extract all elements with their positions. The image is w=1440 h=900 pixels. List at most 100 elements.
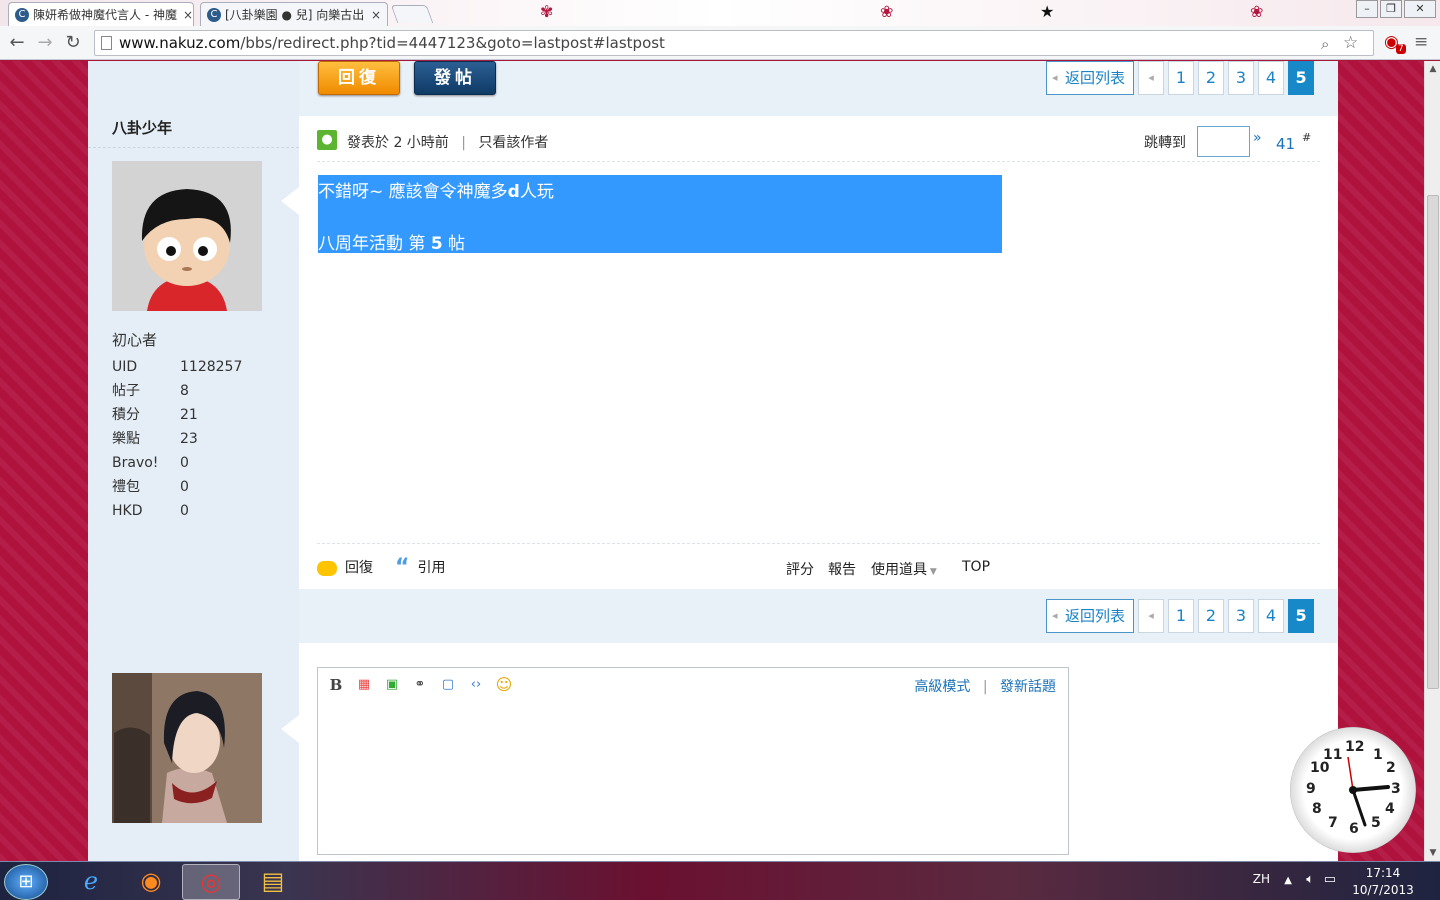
divider — [317, 161, 1320, 162]
quote-icon: “ — [395, 555, 410, 580]
divider — [317, 543, 1320, 544]
bookmark-star-icon[interactable]: ☆ — [1343, 31, 1358, 55]
taskbar-firefox[interactable]: ◉ — [122, 864, 180, 900]
avatar[interactable] — [112, 161, 262, 311]
network-icon[interactable]: ▭ — [1324, 872, 1336, 887]
chrome-icon: ◎ — [200, 868, 222, 896]
menu-icon[interactable]: ≡ — [1414, 32, 1428, 52]
scroll-up-icon[interactable]: ▲ — [1425, 61, 1440, 77]
minimize-icon[interactable]: – — [1356, 0, 1378, 18]
back-to-list-link[interactable]: 返回列表 — [1046, 599, 1135, 633]
pagination-bottom: 返回列表 ◂ 1 2 3 4 5 — [1046, 599, 1315, 633]
page-link-4[interactable]: 4 — [1258, 599, 1285, 633]
current-user-avatar[interactable] — [112, 673, 262, 823]
user-rank: 初心者 — [112, 331, 158, 349]
page-link-1[interactable]: 1 — [1168, 599, 1195, 633]
post-author-name[interactable]: 八卦少年 — [112, 117, 172, 138]
posted-prefix: 發表於 — [347, 135, 389, 151]
reload-icon[interactable]: ↻ — [62, 32, 84, 53]
maximize-icon[interactable]: ❐ — [1380, 0, 1402, 18]
link-separator: | — [982, 679, 988, 695]
stat-row: 樂點 23 — [112, 427, 242, 451]
windows-logo-icon: ⊞ — [18, 871, 34, 892]
clock-hands-icon — [1347, 756, 1390, 827]
insert-link-icon[interactable]: ⚭ — [410, 676, 430, 694]
bottom-bar-left — [88, 597, 299, 643]
stat-row: UID 1128257 — [112, 355, 242, 379]
star-decoration-icon: ★ — [1040, 2, 1055, 21]
volume-icon[interactable]: 🔈︎ — [1306, 872, 1314, 887]
page-link-1[interactable]: 1 — [1168, 61, 1195, 95]
bold-icon[interactable]: B — [326, 676, 346, 694]
forward-arrow-icon[interactable]: → — [34, 32, 56, 53]
close-window-icon[interactable]: ✕ — [1404, 0, 1436, 18]
only-author-link[interactable]: 只看該作者 — [478, 135, 548, 151]
taskbar-chrome[interactable]: ◎ — [182, 864, 240, 900]
address-bar[interactable]: www.nakuz.com/bbs/redirect.php?tid=44471… — [94, 30, 1374, 56]
emoji-icon[interactable]: ☺ — [494, 676, 514, 694]
message-line-2: 八周年活動 第 5 帖 — [318, 234, 466, 254]
scroll-down-icon[interactable]: ▼ — [1425, 845, 1440, 861]
reply-action[interactable]: 回復 — [317, 557, 373, 577]
quote-action[interactable]: “引用 — [395, 555, 445, 580]
reply-textarea[interactable] — [318, 702, 1068, 854]
stat-label: 樂點 — [112, 431, 140, 447]
close-tab-icon[interactable]: × — [177, 8, 193, 22]
taskbar-clock[interactable]: 17:14 10/7/2013 — [1348, 865, 1418, 899]
post-meta: 發表於 2 小時前 | 只看該作者 — [347, 132, 548, 152]
taskbar-explorer[interactable]: ▤ — [244, 864, 302, 900]
quick-reply-editor: B ▦ ▣ ⚭ ▢ ‹› ☺ 高級模式 | 發新話題 — [317, 667, 1069, 855]
browser-tab-2[interactable]: C [八卦樂園 ● 兒] 向樂古出 × — [200, 2, 388, 26]
stat-value: 0 — [180, 479, 189, 495]
new-post-button[interactable]: 發帖 — [414, 61, 496, 95]
butterfly-decoration-icon: ✾ — [540, 2, 554, 21]
scrollbar-thumb[interactable] — [1427, 195, 1439, 689]
insert-code-icon[interactable]: ‹› — [466, 676, 486, 694]
page-link-2[interactable]: 2 — [1198, 599, 1225, 633]
stat-value: 0 — [180, 503, 189, 519]
message-line-1: 不錯呀~ 應該會令神魔多d人玩 — [318, 182, 554, 202]
input-language[interactable]: ZH — [1253, 872, 1270, 886]
stat-row: 帖子 8 — [112, 379, 242, 403]
new-tab-button[interactable] — [390, 5, 434, 23]
browser-tab-1[interactable]: C 陳妍希做神魔代言人 - 神魔 × — [8, 2, 194, 26]
page-link-2[interactable]: 2 — [1198, 61, 1225, 95]
color-palette-icon[interactable]: ▦ — [354, 676, 374, 694]
prev-page-icon[interactable]: ◂ — [1138, 61, 1165, 95]
top-link[interactable]: TOP — [962, 559, 990, 575]
time-text: 17:14 — [1365, 866, 1401, 880]
jump-go-icon[interactable]: » — [1253, 130, 1262, 146]
desktop-clock-gadget: 12 1 2 3 4 5 6 7 8 9 10 11 — [1290, 727, 1416, 853]
zoom-icon[interactable]: ⌕ — [1321, 32, 1329, 56]
back-arrow-icon[interactable]: ← — [6, 32, 28, 53]
page-scrollbar[interactable]: ▲ ▼ — [1424, 61, 1440, 861]
anime-avatar-icon — [112, 673, 262, 823]
prev-page-icon[interactable]: ◂ — [1138, 599, 1165, 633]
stat-row: 積分 21 — [112, 403, 242, 427]
insert-image-icon[interactable]: ▣ — [382, 676, 402, 694]
post-floor-number[interactable]: 41 — [1276, 135, 1295, 153]
reply-button[interactable]: 回復 — [318, 61, 400, 95]
page-link-4[interactable]: 4 — [1258, 61, 1285, 95]
start-button[interactable]: ⊞ — [4, 864, 48, 900]
report-link[interactable]: 報告 — [828, 559, 856, 579]
stat-value: 1128257 — [180, 359, 243, 375]
cartoon-avatar-icon — [112, 161, 262, 311]
rate-link[interactable]: 評分 — [786, 559, 814, 579]
close-tab-icon[interactable]: × — [365, 8, 381, 22]
insert-quote-icon[interactable]: ▢ — [438, 676, 458, 694]
tray-expand-icon[interactable]: ▲ — [1284, 875, 1292, 886]
taskbar-ie[interactable]: ℯ — [62, 864, 120, 900]
flower-decoration-icon: ❀ — [1250, 2, 1264, 21]
stat-label: HKD — [112, 503, 143, 519]
page-link-3[interactable]: 3 — [1228, 61, 1255, 95]
new-topic-link[interactable]: 發新話題 — [1000, 679, 1056, 695]
use-tool-menu[interactable]: 使用道具 ▼ — [871, 559, 937, 579]
current-page: 5 — [1288, 61, 1315, 95]
user-stats: UID 1128257 帖子 8 積分 21 樂點 23 Bravo! 0 禮包 0 HKD… — [112, 355, 242, 523]
page-link-3[interactable]: 3 — [1228, 599, 1255, 633]
advanced-mode-link[interactable]: 高級模式 — [914, 679, 970, 695]
jump-to-input[interactable] — [1197, 126, 1250, 157]
back-to-list-link[interactable]: 返回列表 — [1046, 61, 1135, 95]
stat-label: 積分 — [112, 407, 140, 423]
